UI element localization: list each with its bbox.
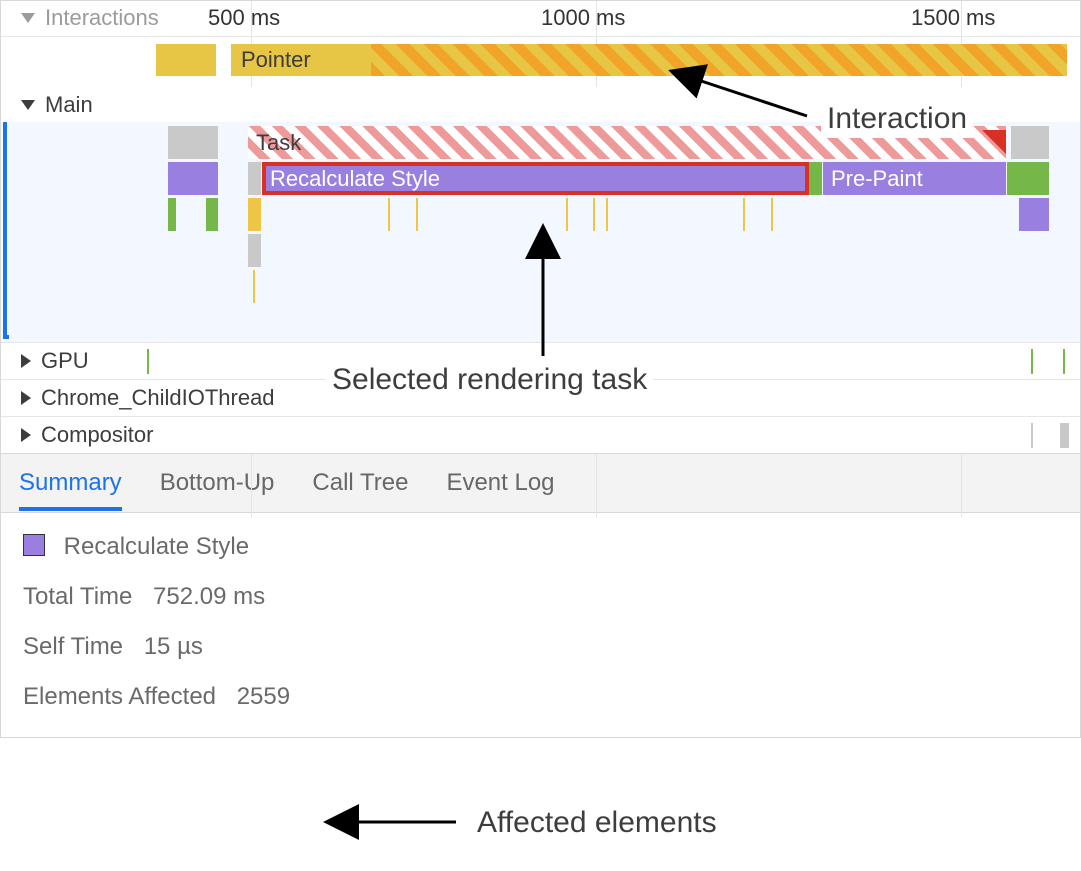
child-io-thread-header[interactable]: Chrome_ChildIOThread [1, 379, 1080, 416]
time-ruler: Interactions 500 ms 1000 ms 1500 ms [1, 1, 1080, 37]
flame-block[interactable] [248, 198, 261, 231]
self-time-label: Self Time [23, 633, 123, 660]
total-time-value: 752.09 ms [153, 583, 265, 610]
elements-affected-label: Elements Affected [23, 683, 216, 710]
chevron-right-icon [21, 354, 31, 368]
flame-block[interactable] [168, 162, 218, 195]
flame-task[interactable] [168, 126, 218, 159]
interactions-track[interactable]: Pointer [1, 37, 1080, 87]
gpu-thread-header[interactable]: GPU [1, 342, 1080, 379]
interaction-pointer[interactable]: Pointer [231, 44, 371, 76]
chevron-right-icon [21, 391, 31, 405]
main-label: Main [45, 92, 93, 118]
ruler-tick: 1500 ms [911, 5, 995, 31]
tab-call-tree[interactable]: Call Tree [312, 455, 408, 511]
tab-event-log[interactable]: Event Log [446, 455, 554, 511]
ruler-tick: 1000 ms [541, 5, 625, 31]
task-label: Task [256, 130, 301, 155]
flame-block[interactable] [206, 198, 218, 231]
interactions-track-header[interactable]: Interactions [21, 5, 159, 31]
flame-tick [388, 198, 390, 231]
recalc-label: Recalculate Style [270, 166, 440, 191]
interaction-label: Pointer [241, 47, 311, 72]
flame-task-long[interactable]: Task [248, 126, 1006, 159]
ruler-tick: 500 ms [208, 5, 280, 31]
interactions-label: Interactions [45, 5, 159, 31]
thread-tick [1060, 423, 1069, 448]
event-name: Recalculate Style [64, 533, 249, 560]
compositor-label: Compositor [41, 422, 153, 448]
details-tabs: Summary Bottom-Up Call Tree Event Log [1, 453, 1080, 513]
flame-tick [566, 198, 568, 231]
event-color-swatch [23, 534, 45, 556]
summary-panel: Recalculate Style Total Time 752.09 ms S… [1, 513, 1080, 737]
thread-tick [1031, 349, 1033, 374]
flame-block[interactable] [168, 198, 176, 231]
long-task-indicator-icon [982, 130, 1006, 154]
child-io-label: Chrome_ChildIOThread [41, 385, 275, 411]
prepaint-label: Pre-Paint [831, 166, 923, 191]
tab-summary[interactable]: Summary [19, 455, 122, 511]
interaction-whisker[interactable] [371, 44, 1067, 76]
flame-tick [771, 198, 773, 231]
total-time-label: Total Time [23, 583, 132, 610]
flame-tick [743, 198, 745, 231]
flame-chart[interactable]: Task Recalculate Style Pre-Paint [1, 122, 1080, 342]
thread-tick [147, 349, 149, 374]
flame-tick [593, 198, 595, 231]
chevron-down-icon [21, 13, 35, 23]
compositor-thread-header[interactable]: Compositor [1, 416, 1080, 453]
chevron-right-icon [21, 428, 31, 442]
flame-block[interactable] [248, 234, 261, 267]
flame-tick [416, 198, 418, 231]
flame-tick [253, 270, 255, 303]
flame-block[interactable] [809, 162, 822, 195]
flame-block[interactable] [1019, 198, 1049, 231]
annotation-affected: Affected elements [471, 804, 723, 842]
chevron-down-icon [21, 100, 35, 110]
thread-tick [1063, 349, 1065, 374]
interaction-segment[interactable] [156, 44, 216, 76]
elements-affected-value: 2559 [237, 683, 290, 710]
thread-tick [1031, 423, 1033, 448]
flame-block[interactable] [248, 162, 261, 195]
pre-paint-block[interactable]: Pre-Paint [823, 162, 1006, 195]
recalculate-style-block[interactable]: Recalculate Style [262, 162, 809, 195]
flame-block[interactable] [1007, 162, 1049, 195]
main-thread-header[interactable]: Main [1, 87, 1080, 122]
self-time-value: 15 µs [144, 633, 203, 660]
flame-task[interactable] [1011, 126, 1049, 159]
tab-bottom-up[interactable]: Bottom-Up [160, 455, 275, 511]
gpu-label: GPU [41, 348, 89, 374]
flame-tick [606, 198, 608, 231]
